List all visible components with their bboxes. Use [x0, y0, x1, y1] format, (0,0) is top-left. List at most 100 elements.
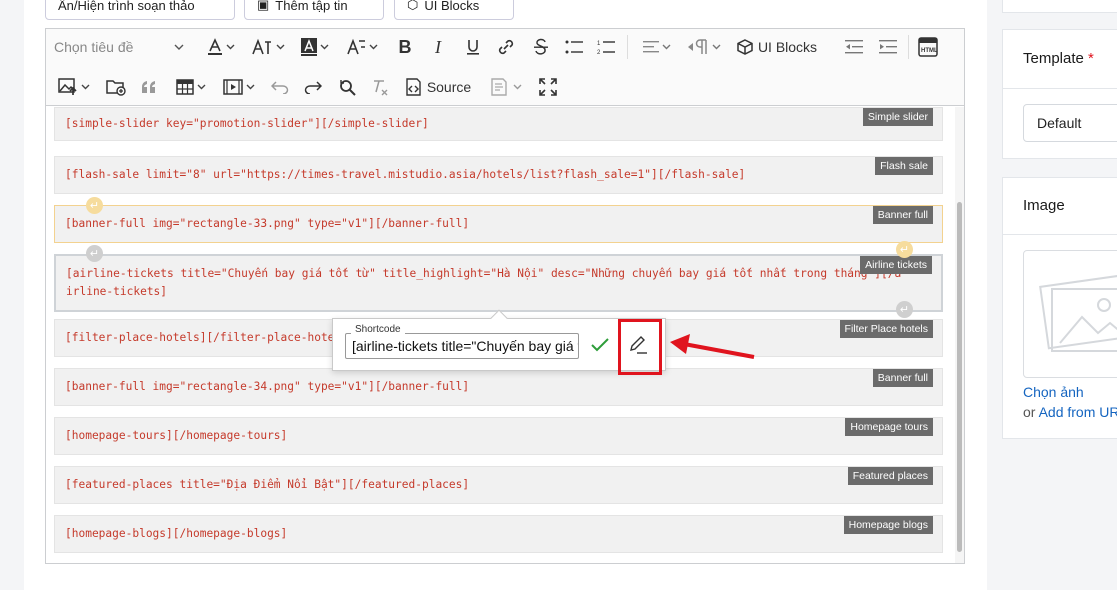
- shortcode-block-selected[interactable]: [airline-tickets title="Chuyến bay giá t…: [54, 254, 943, 312]
- outdent-button[interactable]: [843, 34, 865, 60]
- shortcode-tag: Simple slider: [862, 108, 933, 126]
- sidebar-card-top: [1002, 0, 1117, 13]
- insert-table-button[interactable]: [171, 74, 211, 100]
- divider: [1003, 88, 1117, 89]
- shortcode-tag: Airline tickets: [860, 256, 932, 274]
- shortcode-block[interactable]: [banner-full img="rectangle-33.png" type…: [54, 205, 943, 243]
- shortcode-text: [airline-tickets title="Chuyến bay giá t…: [66, 267, 902, 298]
- image-placeholder-icon: [1039, 271, 1117, 352]
- redo-button[interactable]: [301, 74, 325, 100]
- shortcode-block[interactable]: [banner-full img="rectangle-34.png" type…: [54, 368, 943, 406]
- highlight-icon: [301, 38, 317, 56]
- source-button[interactable]: Source: [401, 74, 473, 100]
- shortcode-text: [filter-place-hotels][/filter-place-hote…: [65, 331, 355, 344]
- find-replace-button[interactable]: [335, 74, 359, 100]
- chevron-down-icon: [174, 44, 184, 50]
- chevron-down-icon: [369, 44, 378, 50]
- heading-select-label: Chọn tiêu đề: [54, 39, 134, 55]
- rich-text-editor: Chọn tiêu đề B I 1 2 UI Blocks HTML Sour…: [45, 28, 965, 564]
- background-color-button[interactable]: [296, 34, 334, 60]
- save-shortcode-button[interactable]: [589, 334, 611, 356]
- font-family-icon: [347, 38, 365, 55]
- fullscreen-button[interactable]: [536, 74, 560, 100]
- undo-icon: [271, 81, 289, 94]
- add-from-url-row: or Add from URL: [1023, 404, 1117, 420]
- template-card: Template * Default: [1002, 29, 1117, 159]
- bold-icon: B: [398, 36, 412, 57]
- font-family-button[interactable]: [342, 34, 382, 60]
- editor-toolbar: Chọn tiêu đề B I 1 2 UI Blocks HTML Sour…: [46, 29, 964, 106]
- bold-button[interactable]: B: [394, 34, 416, 60]
- add-from-url-link[interactable]: Add from URL: [1039, 404, 1117, 420]
- toggle-editor-label: Ẩn/Hiện trình soạn thảo: [58, 0, 195, 13]
- scrollbar-thumb[interactable]: [957, 202, 962, 552]
- insert-media-button[interactable]: [218, 74, 260, 100]
- blockquote-button[interactable]: [138, 74, 160, 100]
- ui-blocks-button[interactable]: UI Blocks: [736, 34, 818, 60]
- annotation-highlight-box: [618, 319, 662, 375]
- strikethrough-button[interactable]: [530, 34, 552, 60]
- shortcode-tag: Filter Place hotels: [839, 320, 933, 338]
- folder-add-icon: [106, 80, 126, 96]
- template-button[interactable]: [484, 74, 528, 100]
- chevron-down-icon: [276, 44, 285, 50]
- font-color-button[interactable]: [202, 34, 240, 60]
- redo-icon: [304, 81, 322, 94]
- chevron-down-icon: [197, 84, 206, 90]
- shortcode-block[interactable]: [featured-places title="Địa Điểm Nổi Bật…: [54, 466, 943, 504]
- file-manager-button[interactable]: [104, 74, 128, 100]
- numbered-list-icon: 12: [597, 41, 615, 55]
- choose-image-link[interactable]: Chọn ảnh: [1023, 384, 1084, 400]
- shortcode-tag: Homepage tours: [845, 418, 933, 436]
- shortcode-text: [homepage-tours][/homepage-tours]: [65, 429, 288, 442]
- image-placeholder[interactable]: [1023, 250, 1117, 378]
- underline-button[interactable]: [462, 34, 484, 60]
- indent-button[interactable]: [877, 34, 899, 60]
- shortcode-block[interactable]: [flash-sale limit="8" url="https://times…: [54, 156, 943, 194]
- chevron-down-icon: [320, 44, 329, 50]
- shortcode-block[interactable]: [homepage-blogs][/homepage-blogs] Homepa…: [54, 515, 943, 553]
- heading-select[interactable]: Chọn tiêu đề: [54, 34, 184, 60]
- insert-paragraph-after-icon[interactable]: ↵: [896, 241, 913, 258]
- shortcode-text: [featured-places title="Địa Điểm Nổi Bật…: [65, 478, 470, 491]
- html-embed-button[interactable]: HTML: [916, 34, 940, 60]
- toolbar-separator: [627, 35, 628, 59]
- image-card: Image Chọn ảnh or Add from URL: [1002, 177, 1117, 439]
- insert-image-button[interactable]: [54, 74, 94, 100]
- font-size-button[interactable]: [247, 34, 289, 60]
- numbered-list-button[interactable]: 12: [594, 34, 618, 60]
- find-replace-icon: [340, 80, 356, 96]
- ui-blocks-label: UI Blocks: [757, 39, 818, 55]
- text-direction-button[interactable]: [684, 34, 724, 60]
- link-button[interactable]: [495, 34, 517, 60]
- italic-button[interactable]: I: [427, 34, 449, 60]
- shortcode-input[interactable]: [airline-tickets title="Chuyến bay giá t…: [345, 333, 579, 359]
- chevron-down-icon: [662, 44, 671, 50]
- shortcode-block[interactable]: [homepage-tours][/homepage-tours] Homepa…: [54, 417, 943, 455]
- toggle-editor-button[interactable]: Ẩn/Hiện trình soạn thảo: [45, 0, 235, 20]
- font-color-icon: [208, 38, 222, 55]
- template-select[interactable]: Default: [1023, 104, 1117, 142]
- remove-format-button[interactable]: [368, 74, 392, 100]
- insert-paragraph-before-icon[interactable]: ↵: [86, 197, 103, 214]
- divider: [1003, 234, 1117, 235]
- shortcode-text: [banner-full img="rectangle-34.png" type…: [65, 380, 470, 393]
- alignment-button[interactable]: [636, 34, 678, 60]
- shortcode-tag: Banner full: [872, 369, 933, 387]
- shortcode-block[interactable]: [simple-slider key="promotion-slider"][/…: [54, 107, 943, 141]
- ui-blocks-top-label: UI Blocks: [424, 0, 480, 13]
- source-code-icon: [406, 78, 421, 96]
- add-file-button[interactable]: ▣ Thêm tập tin: [244, 0, 384, 20]
- fullscreen-icon: [539, 78, 557, 96]
- chevron-down-icon: [81, 84, 90, 90]
- svg-text:HTML: HTML: [921, 48, 938, 54]
- editor-scrollbar[interactable]: [955, 107, 964, 563]
- bulleted-list-button[interactable]: [562, 34, 586, 60]
- svg-text:1: 1: [597, 41, 601, 47]
- ui-blocks-top-button[interactable]: ⬡ UI Blocks: [394, 0, 514, 20]
- shortcode-edit-popup: [airline-tickets title="Chuyến bay giá t…: [332, 309, 666, 371]
- insert-paragraph-after-icon[interactable]: ↵: [896, 301, 913, 318]
- undo-button[interactable]: [268, 74, 292, 100]
- insert-paragraph-before-icon[interactable]: ↵: [86, 245, 103, 262]
- template-icon: [491, 78, 507, 96]
